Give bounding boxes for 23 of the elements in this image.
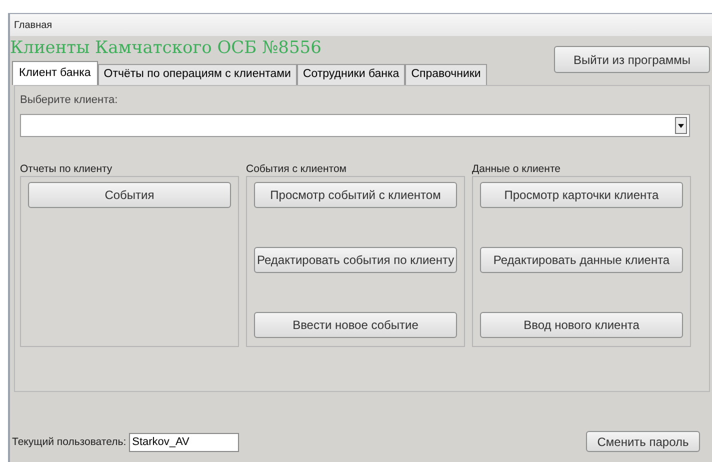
group-title: События с клиентом xyxy=(246,162,348,176)
exit-button[interactable]: Выйти из программы xyxy=(554,46,710,73)
tab[interactable]: Отчёты по операциям с клиентами xyxy=(98,64,297,85)
action-button[interactable]: События xyxy=(28,182,231,208)
change-password-button[interactable]: Сменить пароль xyxy=(586,431,700,452)
group-title: Отчеты по клиенту xyxy=(20,162,114,176)
tab[interactable]: Справочники xyxy=(405,64,487,85)
tab[interactable]: Клиент банка xyxy=(12,61,98,85)
user-label: Текущий пользователь: xyxy=(12,434,126,450)
action-button[interactable]: Ввести новое событие xyxy=(254,312,457,338)
user-field[interactable]: Starkov_AV xyxy=(129,433,240,452)
action-button[interactable]: Просмотр событий с клиентом xyxy=(254,182,457,208)
caret-icon xyxy=(675,116,687,134)
action-button[interactable]: Просмотр карточки клиента xyxy=(480,182,683,208)
group-title: Данные о клиенте xyxy=(472,162,562,176)
action-button[interactable]: Редактировать события по клиенту xyxy=(254,246,457,272)
field-label: Выберите клиента: xyxy=(20,93,119,108)
action-button[interactable]: Ввод нового клиента xyxy=(480,312,683,338)
client-dropdown[interactable] xyxy=(20,114,690,136)
tab[interactable]: Сотрудники банка xyxy=(296,64,406,85)
app-title: Клиенты Камчатского ОСБ №8556 xyxy=(10,37,322,59)
window-title: Главная xyxy=(14,18,52,32)
action-button[interactable]: Редактировать данные клиента xyxy=(480,246,683,272)
